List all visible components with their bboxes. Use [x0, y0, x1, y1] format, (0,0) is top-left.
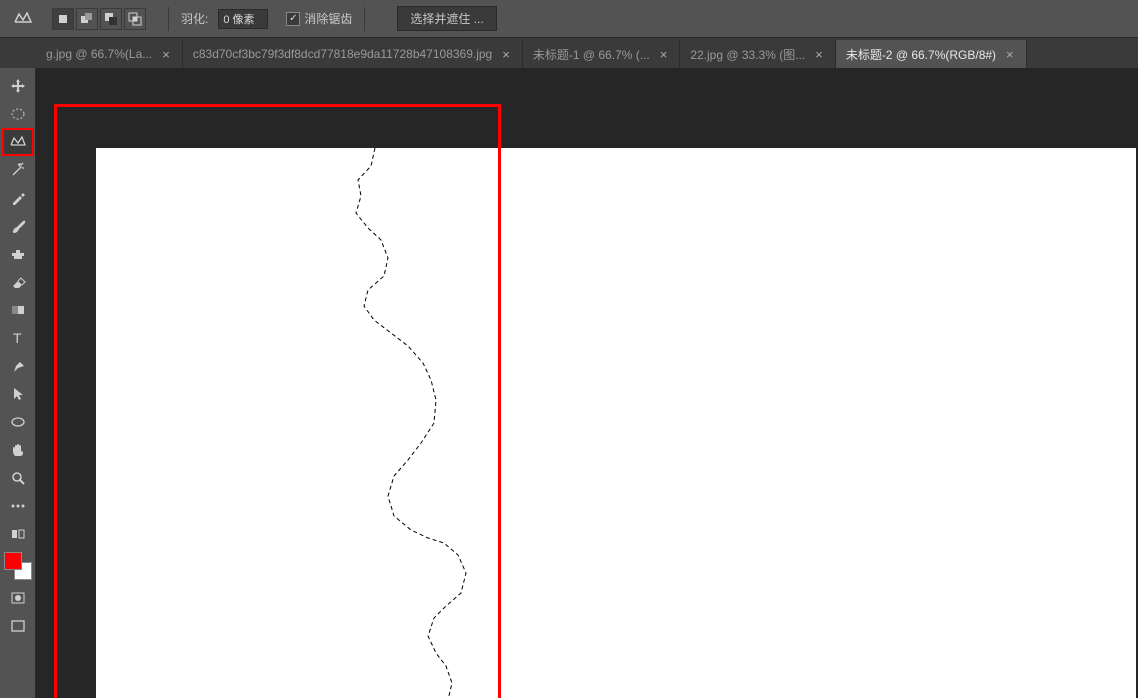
hand-tool[interactable]	[2, 436, 34, 464]
screen-mode-toggle[interactable]	[2, 612, 34, 640]
lasso-tool[interactable]	[2, 128, 34, 156]
move-tool[interactable]	[2, 72, 34, 100]
magic-wand-tool[interactable]	[2, 156, 34, 184]
marquee-tool[interactable]	[2, 100, 34, 128]
document-tab[interactable]: 未标题-2 @ 66.7%(RGB/8#) ×	[836, 40, 1027, 68]
tab-label: 未标题-2 @ 66.7%(RGB/8#)	[846, 46, 996, 63]
document-tab[interactable]: 未标题-1 @ 66.7% (... ×	[523, 40, 680, 68]
path-selection-tool[interactable]	[2, 380, 34, 408]
canvas-area[interactable]	[36, 68, 1138, 698]
selection-new-button[interactable]	[52, 8, 74, 30]
anti-alias-label: 消除锯齿	[304, 10, 352, 27]
divider	[168, 7, 169, 31]
eraser-tool[interactable]	[2, 268, 34, 296]
select-and-mask-button[interactable]: 选择并遮住 ...	[397, 6, 496, 31]
current-tool-icon	[8, 6, 38, 32]
tab-label: 未标题-1 @ 66.7% (...	[533, 46, 650, 63]
quick-mask-toggle[interactable]	[2, 584, 34, 612]
tab-label: g.jpg @ 66.7%(La...	[46, 47, 152, 61]
zoom-tool[interactable]	[2, 464, 34, 492]
anti-alias-checkbox[interactable]: ✓	[286, 12, 300, 26]
more-tools[interactable]	[2, 492, 34, 520]
brush-tool[interactable]	[2, 212, 34, 240]
selection-mode-group	[52, 8, 146, 30]
close-icon[interactable]: ×	[658, 47, 670, 62]
shape-tool[interactable]	[2, 408, 34, 436]
tab-label: c83d70cf3bc79f3df8dcd77818e9da11728b4710…	[193, 47, 492, 61]
pen-tool[interactable]	[2, 352, 34, 380]
gradient-tool[interactable]	[2, 296, 34, 324]
selection-intersect-button[interactable]	[124, 8, 146, 30]
anti-alias-option[interactable]: ✓ 消除锯齿	[286, 10, 352, 27]
selection-subtract-button[interactable]	[100, 8, 122, 30]
eyedropper-tool[interactable]	[2, 184, 34, 212]
close-icon[interactable]: ×	[813, 47, 825, 62]
close-icon[interactable]: ×	[500, 47, 512, 62]
document-canvas[interactable]	[96, 148, 1136, 698]
divider	[364, 7, 365, 31]
svg-text:T: T	[13, 330, 22, 346]
main-area: T	[0, 68, 1138, 698]
foreground-color-swatch[interactable]	[4, 552, 22, 570]
color-swatches[interactable]	[4, 552, 32, 580]
document-tab[interactable]: g.jpg @ 66.7%(La... ×	[36, 40, 183, 68]
close-icon[interactable]: ×	[1004, 47, 1016, 62]
type-tool[interactable]: T	[2, 324, 34, 352]
document-tab[interactable]: c83d70cf3bc79f3df8dcd77818e9da11728b4710…	[183, 40, 523, 68]
feather-input[interactable]	[218, 9, 268, 29]
options-bar: 羽化: ✓ 消除锯齿 选择并遮住 ...	[0, 0, 1138, 38]
close-icon[interactable]: ×	[160, 47, 172, 62]
selection-add-button[interactable]	[76, 8, 98, 30]
feather-label: 羽化:	[181, 10, 208, 27]
edit-toolbar[interactable]	[2, 520, 34, 548]
document-tab-bar: g.jpg @ 66.7%(La... × c83d70cf3bc79f3df8…	[0, 38, 1138, 68]
toolbox: T	[0, 68, 36, 698]
tab-label: 22.jpg @ 33.3% (图...	[690, 46, 805, 63]
clone-stamp-tool[interactable]	[2, 240, 34, 268]
document-tab[interactable]: 22.jpg @ 33.3% (图... ×	[680, 40, 836, 68]
